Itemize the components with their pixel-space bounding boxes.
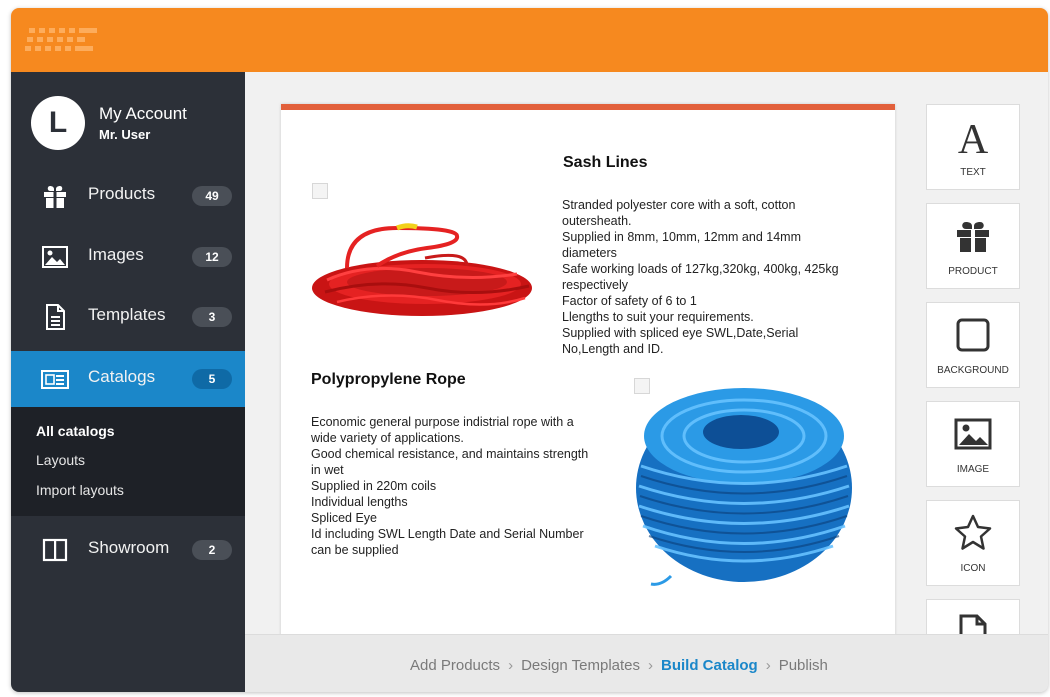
product-description[interactable]: Economic general purpose indistrial rope… — [311, 414, 588, 558]
star-icon — [954, 514, 992, 550]
breadcrumb-publish[interactable]: Publish — [779, 657, 828, 674]
image-icon — [42, 246, 68, 268]
submenu-item-layouts[interactable]: Layouts — [36, 452, 85, 468]
text-icon: A — [958, 117, 989, 157]
sidebar-item-showroom[interactable]: Showroom 2 — [11, 522, 245, 578]
description-line: No,Length and ID. — [562, 342, 664, 356]
breadcrumb: Add Products › Design Templates › Build Cata… — [410, 657, 828, 674]
description-line: wide variety of applications. — [311, 431, 464, 445]
document-icon — [46, 304, 65, 330]
breadcrumb-build-catalog[interactable]: Build Catalog — [661, 657, 758, 674]
tool-label: IMAGE — [956, 464, 990, 475]
tool-text[interactable]: A TEXT — [926, 104, 1020, 190]
sidebar-item-label: Showroom — [88, 538, 170, 557]
description-line: Safe working loads of 127kg,320kg, 400kg… — [562, 262, 839, 276]
description-line: Id including SWL Length Date and Serial … — [311, 527, 584, 541]
count-badge: 5 — [192, 369, 232, 389]
tool-label: PRODUCT — [948, 266, 998, 277]
gift-icon — [957, 222, 989, 252]
chevron-right-icon: › — [508, 657, 514, 674]
product-title[interactable]: Sash Lines — [563, 154, 647, 172]
count-badge: 3 — [192, 307, 232, 327]
square-icon — [956, 318, 990, 352]
sidebar-item-templates[interactable]: Templates 3 — [11, 289, 245, 345]
breadcrumb-add-products[interactable]: Add Products — [410, 657, 500, 674]
catalog-page[interactable]: Sash Lines Stranded polyester core with … — [281, 104, 895, 650]
tool-background[interactable]: BACKGROUND — [926, 302, 1020, 388]
gift-icon — [44, 186, 66, 208]
count-badge: 2 — [192, 540, 232, 560]
description-line: diameters — [562, 246, 617, 260]
submenu-item-all-catalogs[interactable]: All catalogs — [36, 423, 115, 439]
svg-text:A: A — [958, 117, 989, 157]
tool-icon[interactable]: ICON — [926, 500, 1020, 586]
sidebar-item-label: Catalogs — [88, 367, 156, 386]
top-bar — [11, 8, 1048, 72]
description-line: outersheath. — [562, 214, 632, 228]
sidebar-item-label: Products — [88, 184, 156, 203]
tool-label: BACKGROUND — [937, 365, 1009, 376]
description-line: respectively — [562, 278, 628, 292]
avatar[interactable]: L — [31, 96, 85, 150]
sidebar: L My Account Mr. User Products 49 Images… — [11, 72, 245, 692]
description-line: Individual lengths — [311, 495, 408, 509]
description-line: Llengths to suit your requirements. — [562, 310, 754, 324]
blue-rope-image[interactable] — [631, 376, 857, 588]
count-badge: 12 — [192, 247, 232, 267]
red-rope-image[interactable] — [307, 218, 537, 328]
count-badge: 49 — [192, 186, 232, 206]
tool-image[interactable]: IMAGE — [926, 401, 1020, 487]
description-line: Supplied with spliced eye SWL,Date,Seria… — [562, 326, 799, 340]
description-line: in wet — [311, 463, 344, 477]
chevron-right-icon: › — [648, 657, 654, 674]
description-line: Supplied in 8mm, 10mm, 12mm and 14mm — [562, 230, 801, 244]
sidebar-item-images[interactable]: Images 12 — [11, 229, 245, 285]
product-title[interactable]: Polypropylene Rope — [311, 371, 466, 389]
catalogs-submenu: All catalogs Layouts Import layouts — [11, 407, 245, 516]
image-icon — [954, 418, 992, 450]
tool-product[interactable]: PRODUCT — [926, 203, 1020, 289]
description-line: Supplied in 220m coils — [311, 479, 437, 493]
catalog-icon — [41, 370, 69, 389]
description-line: Economic general purpose indistrial rope… — [311, 415, 574, 429]
breadcrumb-design-templates[interactable]: Design Templates — [521, 657, 640, 674]
sidebar-item-catalogs[interactable]: Catalogs 5 — [11, 351, 245, 407]
description-line: Spliced Eye — [311, 511, 378, 525]
showroom-icon — [42, 538, 68, 562]
product-description[interactable]: Stranded polyester core with a soft, cot… — [562, 197, 839, 357]
main-content: Sash Lines Stranded polyester core with … — [245, 72, 1048, 652]
product-checkbox[interactable] — [312, 183, 328, 199]
breadcrumb-bar: Add Products › Design Templates › Build Cata… — [245, 634, 1048, 692]
description-line: Stranded polyester core with a soft, cot… — [562, 198, 796, 212]
sidebar-item-products[interactable]: Products 49 — [11, 168, 245, 224]
submenu-item-import-layouts[interactable]: Import layouts — [36, 482, 124, 498]
sidebar-item-label: Images — [88, 245, 144, 264]
description-line: Factor of safety of 6 to 1 — [562, 294, 697, 308]
tool-label: ICON — [960, 563, 986, 574]
account-label[interactable]: My Account — [99, 104, 187, 124]
chevron-right-icon: › — [765, 657, 771, 674]
logo-icon[interactable] — [25, 22, 107, 60]
description-line: Good chemical resistance, and maintains … — [311, 447, 589, 461]
account-user: Mr. User — [99, 127, 151, 142]
app-window: L My Account Mr. User Products 49 Images… — [11, 8, 1048, 692]
account-section[interactable]: L My Account Mr. User — [11, 72, 245, 172]
tool-label: TEXT — [960, 167, 986, 178]
sidebar-item-label: Templates — [88, 305, 166, 324]
description-line: can be supplied — [311, 543, 399, 557]
